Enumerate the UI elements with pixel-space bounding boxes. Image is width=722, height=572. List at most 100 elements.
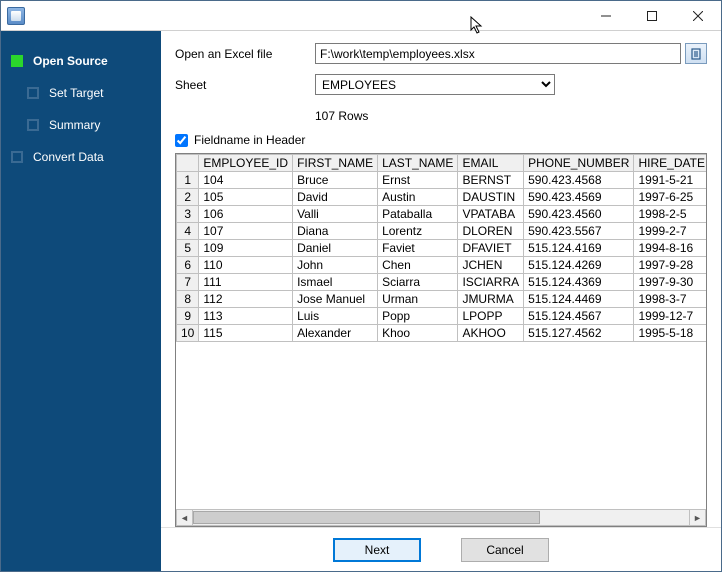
table-cell[interactable]: 1995-5-18	[634, 325, 706, 342]
table-cell[interactable]: Popp	[378, 308, 458, 325]
table-cell[interactable]: 111	[199, 274, 293, 291]
app-icon	[7, 7, 25, 25]
table-cell[interactable]: 115	[199, 325, 293, 342]
file-path-input[interactable]	[315, 43, 681, 64]
cancel-button[interactable]: Cancel	[461, 538, 549, 562]
table-cell[interactable]: Ernst	[378, 172, 458, 189]
table-cell[interactable]: 1998-3-7	[634, 291, 706, 308]
table-cell[interactable]: 590.423.5567	[524, 223, 634, 240]
horizontal-scrollbar[interactable]: ◄ ►	[176, 509, 706, 526]
table-cell[interactable]: Alexander	[293, 325, 378, 342]
table-cell[interactable]: 515.124.4369	[524, 274, 634, 291]
row-number: 9	[177, 308, 199, 325]
table-cell[interactable]: Sciarra	[378, 274, 458, 291]
table-cell[interactable]: Urman	[378, 291, 458, 308]
table-cell[interactable]: 515.124.4567	[524, 308, 634, 325]
table-cell[interactable]: DLOREN	[458, 223, 524, 240]
table-cell[interactable]: 590.423.4569	[524, 189, 634, 206]
sidebar-item-convert-data[interactable]: Convert Data	[1, 141, 161, 173]
table-cell[interactable]: Austin	[378, 189, 458, 206]
table-cell[interactable]: Daniel	[293, 240, 378, 257]
scroll-left-icon[interactable]: ◄	[176, 509, 193, 526]
close-button[interactable]	[675, 1, 721, 31]
table-cell[interactable]: 1999-2-7	[634, 223, 706, 240]
table-row[interactable]: 6110JohnChenJCHEN515.124.42691997-9-28FI…	[177, 257, 707, 274]
table-cell[interactable]: Khoo	[378, 325, 458, 342]
scroll-right-icon[interactable]: ►	[689, 509, 706, 526]
table-row[interactable]: 5109DanielFavietDFAVIET515.124.41691994-…	[177, 240, 707, 257]
table-cell[interactable]: John	[293, 257, 378, 274]
table-cell[interactable]: Chen	[378, 257, 458, 274]
table-cell[interactable]: Jose Manuel	[293, 291, 378, 308]
table-cell[interactable]: 113	[199, 308, 293, 325]
table-cell[interactable]: VPATABA	[458, 206, 524, 223]
table-cell[interactable]: Bruce	[293, 172, 378, 189]
table-cell[interactable]: DFAVIET	[458, 240, 524, 257]
table-cell[interactable]: 112	[199, 291, 293, 308]
next-button[interactable]: Next	[333, 538, 421, 562]
sidebar-item-summary[interactable]: Summary	[1, 109, 161, 141]
row-number: 7	[177, 274, 199, 291]
table-cell[interactable]: 106	[199, 206, 293, 223]
table-cell[interactable]: ISCIARRA	[458, 274, 524, 291]
table-row[interactable]: 7111IsmaelSciarraISCIARRA515.124.4369199…	[177, 274, 707, 291]
table-cell[interactable]: Valli	[293, 206, 378, 223]
table-row[interactable]: 1104BruceErnstBERNST590.423.45681991-5-2…	[177, 172, 707, 189]
table-cell[interactable]: BERNST	[458, 172, 524, 189]
table-cell[interactable]: LPOPP	[458, 308, 524, 325]
table-cell[interactable]: David	[293, 189, 378, 206]
column-header[interactable]: LAST_NAME	[378, 155, 458, 172]
table-cell[interactable]: Diana	[293, 223, 378, 240]
table-cell[interactable]: 515.124.4469	[524, 291, 634, 308]
browse-button[interactable]	[685, 43, 707, 64]
table-cell[interactable]: 109	[199, 240, 293, 257]
table-cell[interactable]: 110	[199, 257, 293, 274]
table-row[interactable]: 9113LuisPoppLPOPP515.124.45671999-12-7FI…	[177, 308, 707, 325]
table-cell[interactable]: Luis	[293, 308, 378, 325]
table-cell[interactable]: AKHOO	[458, 325, 524, 342]
table-cell[interactable]: Pataballa	[378, 206, 458, 223]
table-cell[interactable]: 105	[199, 189, 293, 206]
column-header[interactable]: EMPLOYEE_ID	[199, 155, 293, 172]
table-cell[interactable]: Faviet	[378, 240, 458, 257]
table-row[interactable]: 3106ValliPataballaVPATABA590.423.4560199…	[177, 206, 707, 223]
table-row[interactable]: 2105DavidAustinDAUSTIN590.423.45691997-6…	[177, 189, 707, 206]
column-header[interactable]: EMAIL	[458, 155, 524, 172]
table-row[interactable]: 4107DianaLorentzDLOREN590.423.55671999-2…	[177, 223, 707, 240]
step-marker-icon	[11, 151, 23, 163]
table-cell[interactable]: JMURMA	[458, 291, 524, 308]
table-cell[interactable]: 1997-9-28	[634, 257, 706, 274]
table-cell[interactable]: 1997-6-25	[634, 189, 706, 206]
column-header[interactable]: PHONE_NUMBER	[524, 155, 634, 172]
table-cell[interactable]: 1997-9-30	[634, 274, 706, 291]
table-cell[interactable]: 515.127.4562	[524, 325, 634, 342]
table-cell[interactable]: 515.124.4269	[524, 257, 634, 274]
table-cell[interactable]: 1994-8-16	[634, 240, 706, 257]
sidebar-item-set-target[interactable]: Set Target	[1, 77, 161, 109]
column-header[interactable]: FIRST_NAME	[293, 155, 378, 172]
table-cell[interactable]: 1999-12-7	[634, 308, 706, 325]
table-cell[interactable]: 1991-5-21	[634, 172, 706, 189]
table-cell[interactable]: 515.124.4169	[524, 240, 634, 257]
column-header[interactable]: HIRE_DATE	[634, 155, 706, 172]
table-row[interactable]: 8112Jose ManuelUrmanJMURMA515.124.446919…	[177, 291, 707, 308]
maximize-button[interactable]	[629, 1, 675, 31]
table-cell[interactable]: 590.423.4568	[524, 172, 634, 189]
table-cell[interactable]: 590.423.4560	[524, 206, 634, 223]
minimize-button[interactable]	[583, 1, 629, 31]
fieldname-checkbox-label: Fieldname in Header	[194, 133, 305, 147]
table-row[interactable]: 10115AlexanderKhooAKHOO515.127.45621995-…	[177, 325, 707, 342]
sidebar-item-open-source[interactable]: Open Source	[1, 45, 161, 77]
table-cell[interactable]: JCHEN	[458, 257, 524, 274]
table-cell[interactable]: 107	[199, 223, 293, 240]
table-cell[interactable]: DAUSTIN	[458, 189, 524, 206]
step-marker-icon	[27, 87, 39, 99]
table-cell[interactable]: Lorentz	[378, 223, 458, 240]
table-cell[interactable]: 1998-2-5	[634, 206, 706, 223]
fieldname-checkbox-row[interactable]: Fieldname in Header	[175, 133, 707, 147]
sheet-select[interactable]: EMPLOYEES	[315, 74, 555, 95]
table-cell[interactable]: 104	[199, 172, 293, 189]
step-marker-icon	[11, 55, 23, 67]
fieldname-checkbox[interactable]	[175, 134, 188, 147]
table-cell[interactable]: Ismael	[293, 274, 378, 291]
